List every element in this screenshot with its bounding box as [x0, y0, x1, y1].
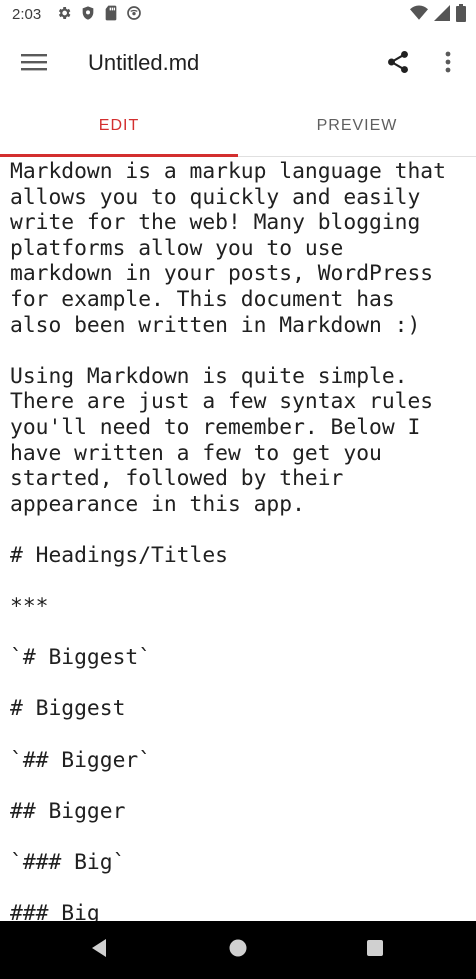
shield-icon [80, 5, 96, 26]
recents-button[interactable] [360, 935, 390, 965]
recents-icon [366, 939, 384, 962]
share-icon [385, 49, 411, 80]
sd-card-icon [104, 5, 118, 26]
tab-preview-label: PREVIEW [316, 117, 398, 134]
home-button[interactable] [223, 935, 253, 965]
tab-preview[interactable]: PREVIEW [238, 96, 476, 156]
share-button[interactable] [378, 44, 418, 84]
more-vert-icon [444, 50, 452, 79]
status-time: 2:03 [12, 6, 42, 23]
app-bar: Untitled.md [0, 30, 476, 96]
status-icons-left [56, 5, 142, 26]
tab-edit-label: EDIT [98, 117, 140, 134]
back-icon [90, 938, 108, 963]
back-button[interactable] [84, 935, 114, 965]
hamburger-menu-icon [21, 52, 47, 77]
battery-icon [456, 3, 466, 27]
signal-icon [434, 4, 450, 26]
status-icons-right [410, 3, 466, 27]
system-nav-bar [0, 921, 476, 979]
wifi-icon [410, 5, 428, 26]
editor-text[interactable]: Markdown is a markup language that allow… [0, 159, 446, 921]
document-title: Untitled.md [88, 50, 200, 75]
tab-bar: EDIT PREVIEW [0, 96, 476, 157]
do-not-disturb-icon [126, 5, 142, 26]
home-icon [228, 938, 248, 963]
tab-edit[interactable]: EDIT [0, 96, 238, 156]
markdown-editor[interactable]: Markdown is a markup language that allow… [0, 157, 476, 921]
status-bar: 2:03 [0, 0, 476, 30]
settings-icon [56, 5, 72, 26]
more-options-button[interactable] [430, 44, 466, 84]
menu-button[interactable] [14, 44, 54, 84]
